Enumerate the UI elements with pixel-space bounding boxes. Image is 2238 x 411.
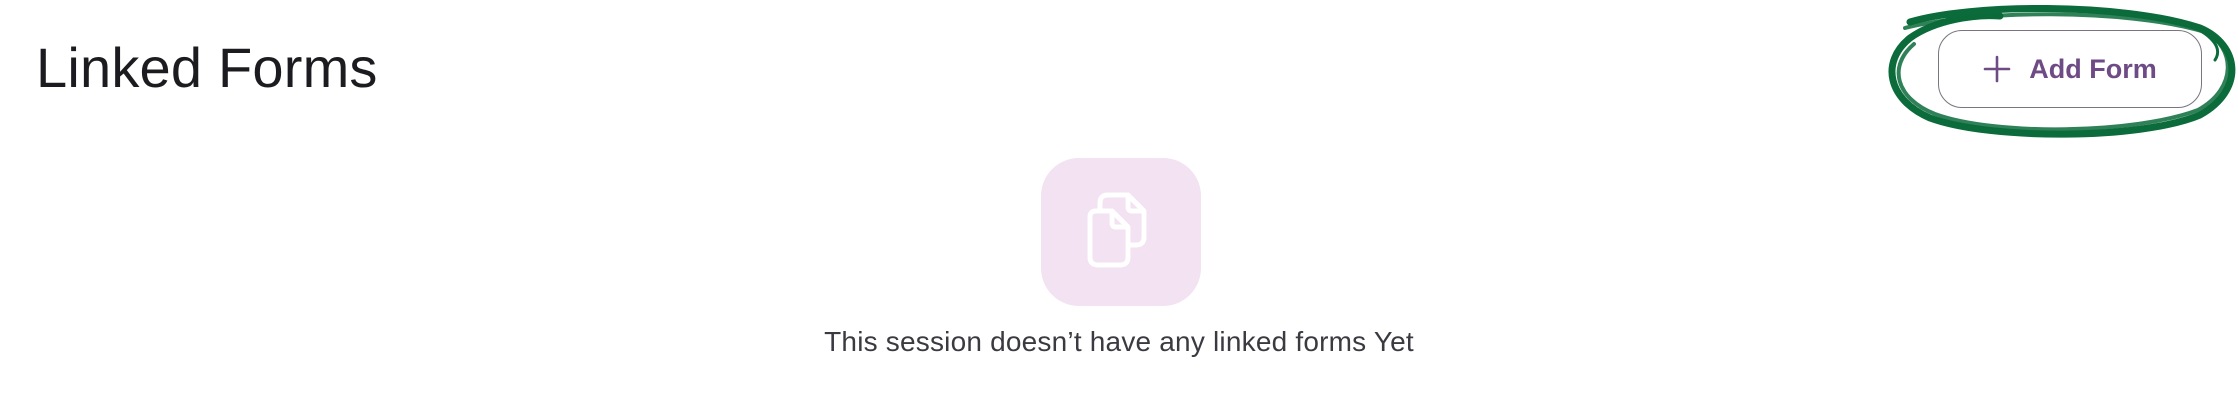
empty-state-icon-box [1041, 158, 1201, 306]
linked-forms-panel: Linked Forms Add Form This session doesn… [0, 0, 2238, 411]
documents-copy-icon [1078, 187, 1164, 278]
add-form-label: Add Form [2029, 53, 2157, 84]
plus-icon [1983, 55, 2011, 83]
page-title: Linked Forms [36, 36, 378, 99]
add-form-button[interactable]: Add Form [1938, 30, 2202, 108]
empty-state-message: This session doesn’t have any linked for… [824, 326, 1414, 357]
